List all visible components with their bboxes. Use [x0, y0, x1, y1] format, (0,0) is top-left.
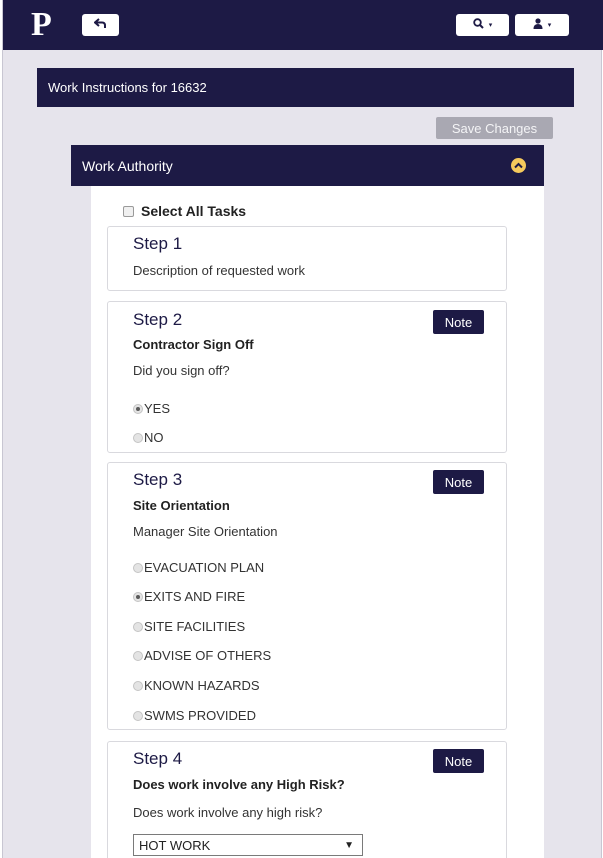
radio-option-advise-of-others[interactable]: ADVISE OF OTHERS	[133, 648, 271, 663]
chevron-up-circle-icon[interactable]	[511, 158, 526, 173]
radio-option-site-facilities[interactable]: SITE FACILITIES	[133, 619, 245, 634]
step-subtitle: Does work involve any High Risk?	[133, 777, 345, 792]
step-title: Step 2	[133, 310, 183, 329]
step-title: Step 4	[133, 749, 183, 768]
radio-button[interactable]	[133, 403, 143, 414]
radio-button[interactable]	[133, 650, 143, 661]
caret-down-icon: ▾	[488, 22, 493, 29]
user-icon	[533, 18, 543, 32]
search-icon	[473, 18, 484, 32]
save-changes-button[interactable]: Save Changes	[436, 117, 553, 139]
radio-option-no[interactable]: NO	[133, 430, 164, 445]
radio-label: SWMS PROVIDED	[144, 708, 256, 723]
radio-label: EXITS AND FIRE	[144, 589, 246, 604]
step-question: Manager Site Orientation	[133, 524, 278, 539]
step-question: Does work involve any high risk?	[133, 805, 323, 820]
dropdown-arrow-icon: ▼	[344, 839, 354, 851]
high-risk-select[interactable]: HOT WORK ▼	[133, 834, 363, 856]
radio-button[interactable]	[133, 621, 143, 632]
page-title: Work Instructions for 16632	[48, 80, 207, 95]
step-title: Step 1	[133, 234, 183, 253]
select-value: HOT WORK	[139, 837, 211, 853]
undo-arrow-icon	[93, 18, 107, 32]
radio-button[interactable]	[133, 432, 143, 443]
step-subtitle: Site Orientation	[133, 498, 230, 513]
step-title: Step 3	[133, 470, 183, 489]
radio-button[interactable]	[133, 562, 143, 573]
radio-button[interactable]	[133, 710, 143, 721]
search-dropdown-button[interactable]: ▾	[456, 14, 509, 36]
step-card-3: Step 3 Note Site Orientation Manager Sit…	[107, 462, 507, 730]
radio-label: SITE FACILITIES	[144, 619, 246, 634]
radio-label: NO	[144, 430, 164, 445]
user-dropdown-button[interactable]: ▾	[515, 14, 569, 36]
step-subtitle: Contractor Sign Off	[133, 337, 254, 352]
step-description: Description of requested work	[133, 263, 305, 278]
step-card-4: Step 4 Note Does work involve any High R…	[107, 741, 507, 858]
select-all-tasks[interactable]: Select All Tasks	[123, 203, 246, 219]
step-card-1: Step 1 Description of requested work	[107, 226, 507, 291]
radio-option-swms-provided[interactable]: SWMS PROVIDED	[133, 708, 256, 723]
note-button[interactable]: Note	[433, 310, 484, 334]
radio-option-yes[interactable]: YES	[133, 401, 170, 416]
note-button[interactable]: Note	[433, 470, 484, 494]
app-frame: P ▾ ▾ Work Instructions for 16632 Save C…	[2, 0, 603, 858]
radio-label: EVACUATION PLAN	[144, 560, 265, 575]
caret-down-icon: ▾	[547, 22, 552, 29]
radio-label: KNOWN HAZARDS	[144, 678, 260, 693]
step-card-2: Step 2 Note Contractor Sign Off Did you …	[107, 301, 507, 453]
panel-title: Work Authority	[82, 158, 173, 174]
top-navbar: P ▾ ▾	[3, 0, 603, 50]
radio-label: ADVISE OF OTHERS	[144, 648, 272, 663]
radio-label: YES	[144, 401, 171, 416]
select-all-label: Select All Tasks	[141, 203, 247, 219]
back-button[interactable]	[82, 14, 119, 36]
radio-option-exits-and-fire[interactable]: EXITS AND FIRE	[133, 589, 245, 604]
page-title-bar: Work Instructions for 16632	[37, 68, 574, 107]
radio-button[interactable]	[133, 680, 143, 691]
note-button[interactable]: Note	[433, 749, 484, 773]
radio-option-known-hazards[interactable]: KNOWN HAZARDS	[133, 678, 260, 693]
app-logo[interactable]: P	[31, 6, 52, 44]
radio-button[interactable]	[133, 591, 143, 602]
step-question: Did you sign off?	[133, 363, 230, 378]
work-authority-panel-header[interactable]: Work Authority	[71, 145, 544, 186]
radio-option-evacuation-plan[interactable]: EVACUATION PLAN	[133, 560, 264, 575]
select-all-checkbox[interactable]	[123, 205, 134, 217]
